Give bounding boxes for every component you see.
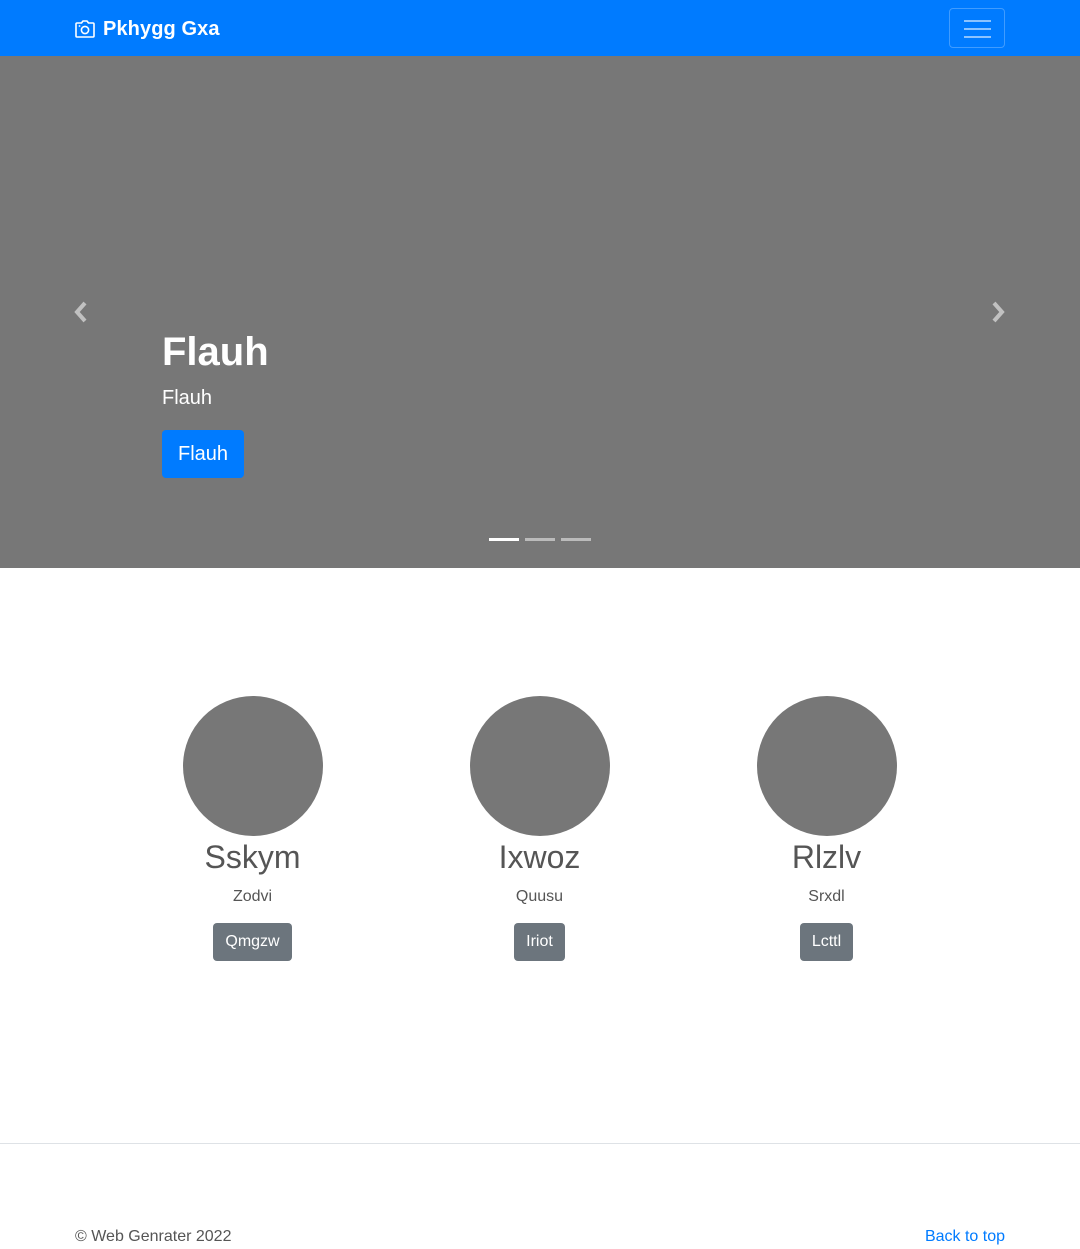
brand-link[interactable]: Pkhygg Gxa	[75, 16, 220, 42]
carousel-indicator-2[interactable]	[525, 538, 555, 541]
feature-column-3: Rlzlv Srxdl Lcttl	[683, 696, 970, 962]
feature-title: Sskym	[204, 839, 301, 875]
navbar-toggler-button[interactable]	[949, 8, 1005, 48]
feature-text: Zodvi	[232, 888, 273, 906]
feature-button[interactable]: Lcttl	[799, 923, 854, 962]
slide-cta-button[interactable]: Flauh	[162, 430, 245, 478]
feature-image-placeholder	[469, 696, 610, 836]
camera-icon	[75, 20, 95, 38]
feature-text: Quusu	[515, 888, 564, 906]
carousel-indicators	[489, 538, 591, 541]
copyright-text: © Web Genrater 2022	[75, 1228, 232, 1245]
chevron-right-icon	[992, 301, 1005, 323]
top-navbar: Pkhygg Gxa	[0, 0, 1080, 56]
feature-button[interactable]: Qmgzw	[213, 923, 292, 962]
feature-column-2: Ixwoz Quusu Iriot	[396, 696, 683, 962]
hamburger-menu-icon	[964, 20, 991, 38]
feature-image-placeholder	[756, 696, 897, 836]
slide-text: Flauh	[162, 387, 213, 409]
feature-column-1: Sskym Zodvi Qmgzw	[109, 696, 396, 962]
footer-divider	[0, 1143, 1080, 1144]
carousel-caption: Flauh Flauh Flauh	[162, 328, 269, 478]
feature-text: Srxdl	[808, 888, 845, 906]
hero-carousel: Flauh Flauh Flauh	[0, 56, 1080, 568]
carousel-next-button[interactable]	[938, 56, 1058, 568]
back-to-top-link[interactable]: Back to top	[925, 1228, 1005, 1246]
carousel-indicator-3[interactable]	[561, 538, 591, 541]
feature-button[interactable]: Iriot	[514, 923, 565, 962]
slide-heading: Flauh	[162, 330, 269, 374]
feature-title: Rlzlv	[791, 839, 862, 875]
chevron-left-icon	[74, 301, 87, 323]
carousel-prev-button[interactable]	[21, 56, 141, 568]
feature-title: Ixwoz	[498, 839, 581, 875]
brand-name: Pkhygg Gxa	[103, 17, 220, 40]
carousel-indicator-1[interactable]	[489, 538, 519, 541]
feature-image-placeholder	[182, 696, 323, 836]
